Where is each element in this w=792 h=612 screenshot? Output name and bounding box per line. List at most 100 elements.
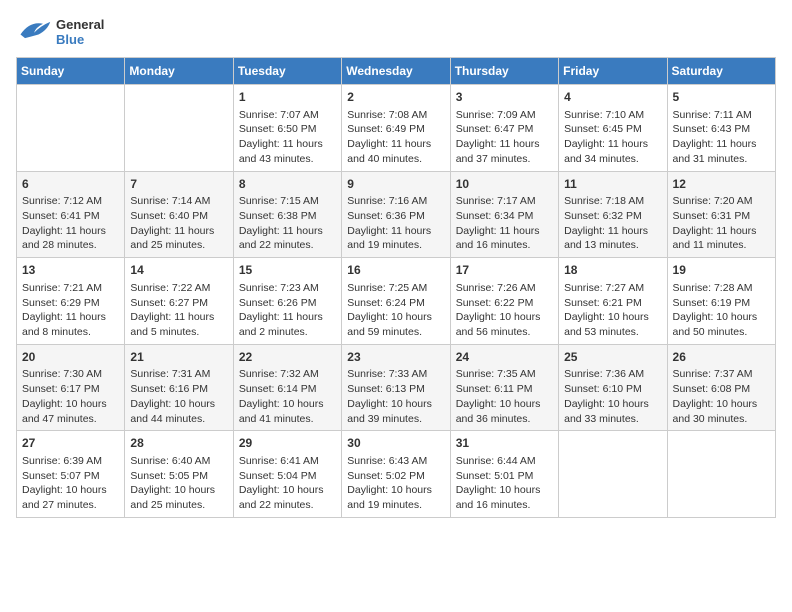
- day-info: Sunrise: 6:41 AM Sunset: 5:04 PM Dayligh…: [239, 454, 336, 513]
- day-number: 29: [239, 435, 336, 452]
- day-number: 26: [673, 349, 770, 366]
- logo: General Blue: [16, 16, 104, 49]
- calendar-cell: 5 Sunrise: 7:11 AM Sunset: 6:43 PM Daylig…: [667, 85, 775, 172]
- day-number: 5: [673, 89, 770, 106]
- day-number: 15: [239, 262, 336, 279]
- weekday-header-monday: Monday: [125, 58, 233, 85]
- day-info: Sunrise: 7:31 AM Sunset: 6:16 PM Dayligh…: [130, 367, 227, 426]
- day-info: Sunrise: 7:27 AM Sunset: 6:21 PM Dayligh…: [564, 281, 661, 340]
- calendar-cell: 28 Sunrise: 6:40 AM Sunset: 5:05 PM Dayli…: [125, 431, 233, 518]
- calendar-week-row: 27 Sunrise: 6:39 AM Sunset: 5:07 PM Dayli…: [17, 431, 776, 518]
- calendar-week-row: 1 Sunrise: 7:07 AM Sunset: 6:50 PM Daylig…: [17, 85, 776, 172]
- day-info: Sunrise: 7:23 AM Sunset: 6:26 PM Dayligh…: [239, 281, 336, 340]
- day-number: 1: [239, 89, 336, 106]
- day-info: Sunrise: 7:28 AM Sunset: 6:19 PM Dayligh…: [673, 281, 770, 340]
- calendar-cell: 16 Sunrise: 7:25 AM Sunset: 6:24 PM Dayli…: [342, 258, 450, 345]
- calendar-cell: 30 Sunrise: 6:43 AM Sunset: 5:02 PM Dayli…: [342, 431, 450, 518]
- calendar-cell: 8Sunrise: 7:15 AM Sunset: 6:38 PM Daylig…: [233, 171, 341, 258]
- weekday-header-saturday: Saturday: [667, 58, 775, 85]
- calendar-cell: 4 Sunrise: 7:10 AM Sunset: 6:45 PM Daylig…: [559, 85, 667, 172]
- day-number: 31: [456, 435, 553, 452]
- logo-general-text: General: [56, 17, 104, 32]
- day-number: 4: [564, 89, 661, 106]
- calendar-cell: 24Sunrise: 7:35 AM Sunset: 6:11 PM Dayli…: [450, 344, 558, 431]
- day-info: Sunrise: 7:18 AM Sunset: 6:32 PM Dayligh…: [564, 194, 661, 253]
- calendar-cell: 11Sunrise: 7:18 AM Sunset: 6:32 PM Dayli…: [559, 171, 667, 258]
- day-info: Sunrise: 7:08 AM Sunset: 6:49 PM Dayligh…: [347, 108, 444, 167]
- day-info: Sunrise: 7:30 AM Sunset: 6:17 PM Dayligh…: [22, 367, 119, 426]
- calendar-cell: 29 Sunrise: 6:41 AM Sunset: 5:04 PM Dayli…: [233, 431, 341, 518]
- day-info: Sunrise: 7:21 AM Sunset: 6:29 PM Dayligh…: [22, 281, 119, 340]
- day-info: Sunrise: 7:12 AM Sunset: 6:41 PM Dayligh…: [22, 194, 119, 253]
- day-number: 2: [347, 89, 444, 106]
- calendar-cell: [125, 85, 233, 172]
- day-number: 8: [239, 176, 336, 193]
- weekday-header-friday: Friday: [559, 58, 667, 85]
- calendar-cell: 31 Sunrise: 6:44 AM Sunset: 5:01 PM Dayli…: [450, 431, 558, 518]
- calendar-cell: 14 Sunrise: 7:22 AM Sunset: 6:27 PM Dayli…: [125, 258, 233, 345]
- day-info: Sunrise: 7:07 AM Sunset: 6:50 PM Dayligh…: [239, 108, 336, 167]
- calendar-week-row: 20Sunrise: 7:30 AM Sunset: 6:17 PM Dayli…: [17, 344, 776, 431]
- day-info: Sunrise: 7:33 AM Sunset: 6:13 PM Dayligh…: [347, 367, 444, 426]
- calendar-cell: 7Sunrise: 7:14 AM Sunset: 6:40 PM Daylig…: [125, 171, 233, 258]
- calendar-cell: 3 Sunrise: 7:09 AM Sunset: 6:47 PM Daylig…: [450, 85, 558, 172]
- day-number: 7: [130, 176, 227, 193]
- calendar-cell: 9Sunrise: 7:16 AM Sunset: 6:36 PM Daylig…: [342, 171, 450, 258]
- calendar-table: SundayMondayTuesdayWednesdayThursdayFrid…: [16, 57, 776, 518]
- calendar-cell: 18 Sunrise: 7:27 AM Sunset: 6:21 PM Dayli…: [559, 258, 667, 345]
- calendar-cell: 13 Sunrise: 7:21 AM Sunset: 6:29 PM Dayli…: [17, 258, 125, 345]
- day-info: Sunrise: 7:22 AM Sunset: 6:27 PM Dayligh…: [130, 281, 227, 340]
- day-number: 18: [564, 262, 661, 279]
- day-info: Sunrise: 7:10 AM Sunset: 6:45 PM Dayligh…: [564, 108, 661, 167]
- day-number: 24: [456, 349, 553, 366]
- calendar-cell: 22Sunrise: 7:32 AM Sunset: 6:14 PM Dayli…: [233, 344, 341, 431]
- calendar-cell: 19 Sunrise: 7:28 AM Sunset: 6:19 PM Dayli…: [667, 258, 775, 345]
- day-info: Sunrise: 7:25 AM Sunset: 6:24 PM Dayligh…: [347, 281, 444, 340]
- day-number: 3: [456, 89, 553, 106]
- day-number: 23: [347, 349, 444, 366]
- day-info: Sunrise: 7:11 AM Sunset: 6:43 PM Dayligh…: [673, 108, 770, 167]
- calendar-cell: 6Sunrise: 7:12 AM Sunset: 6:41 PM Daylig…: [17, 171, 125, 258]
- day-info: Sunrise: 6:40 AM Sunset: 5:05 PM Dayligh…: [130, 454, 227, 513]
- calendar-cell: 27 Sunrise: 6:39 AM Sunset: 5:07 PM Dayli…: [17, 431, 125, 518]
- day-number: 20: [22, 349, 119, 366]
- day-number: 9: [347, 176, 444, 193]
- day-number: 13: [22, 262, 119, 279]
- day-number: 11: [564, 176, 661, 193]
- day-number: 14: [130, 262, 227, 279]
- day-info: Sunrise: 7:35 AM Sunset: 6:11 PM Dayligh…: [456, 367, 553, 426]
- day-info: Sunrise: 7:09 AM Sunset: 6:47 PM Dayligh…: [456, 108, 553, 167]
- weekday-header-row: SundayMondayTuesdayWednesdayThursdayFrid…: [17, 58, 776, 85]
- day-number: 16: [347, 262, 444, 279]
- calendar-cell: [559, 431, 667, 518]
- day-info: Sunrise: 6:39 AM Sunset: 5:07 PM Dayligh…: [22, 454, 119, 513]
- calendar-cell: 23Sunrise: 7:33 AM Sunset: 6:13 PM Dayli…: [342, 344, 450, 431]
- calendar-cell: [667, 431, 775, 518]
- calendar-cell: 21Sunrise: 7:31 AM Sunset: 6:16 PM Dayli…: [125, 344, 233, 431]
- day-info: Sunrise: 7:14 AM Sunset: 6:40 PM Dayligh…: [130, 194, 227, 253]
- day-number: 21: [130, 349, 227, 366]
- day-info: Sunrise: 6:43 AM Sunset: 5:02 PM Dayligh…: [347, 454, 444, 513]
- day-number: 17: [456, 262, 553, 279]
- day-info: Sunrise: 7:36 AM Sunset: 6:10 PM Dayligh…: [564, 367, 661, 426]
- day-number: 27: [22, 435, 119, 452]
- calendar-week-row: 13 Sunrise: 7:21 AM Sunset: 6:29 PM Dayli…: [17, 258, 776, 345]
- day-number: 25: [564, 349, 661, 366]
- weekday-header-sunday: Sunday: [17, 58, 125, 85]
- calendar-cell: [17, 85, 125, 172]
- weekday-header-thursday: Thursday: [450, 58, 558, 85]
- calendar-cell: 10Sunrise: 7:17 AM Sunset: 6:34 PM Dayli…: [450, 171, 558, 258]
- logo-blue-text: Blue: [56, 32, 84, 47]
- day-number: 30: [347, 435, 444, 452]
- weekday-header-wednesday: Wednesday: [342, 58, 450, 85]
- day-number: 28: [130, 435, 227, 452]
- day-number: 22: [239, 349, 336, 366]
- calendar-week-row: 6Sunrise: 7:12 AM Sunset: 6:41 PM Daylig…: [17, 171, 776, 258]
- day-info: Sunrise: 7:16 AM Sunset: 6:36 PM Dayligh…: [347, 194, 444, 253]
- day-info: Sunrise: 7:20 AM Sunset: 6:31 PM Dayligh…: [673, 194, 770, 253]
- calendar-cell: 25Sunrise: 7:36 AM Sunset: 6:10 PM Dayli…: [559, 344, 667, 431]
- calendar-cell: 2 Sunrise: 7:08 AM Sunset: 6:49 PM Daylig…: [342, 85, 450, 172]
- calendar-cell: 1 Sunrise: 7:07 AM Sunset: 6:50 PM Daylig…: [233, 85, 341, 172]
- day-number: 19: [673, 262, 770, 279]
- day-info: Sunrise: 6:44 AM Sunset: 5:01 PM Dayligh…: [456, 454, 553, 513]
